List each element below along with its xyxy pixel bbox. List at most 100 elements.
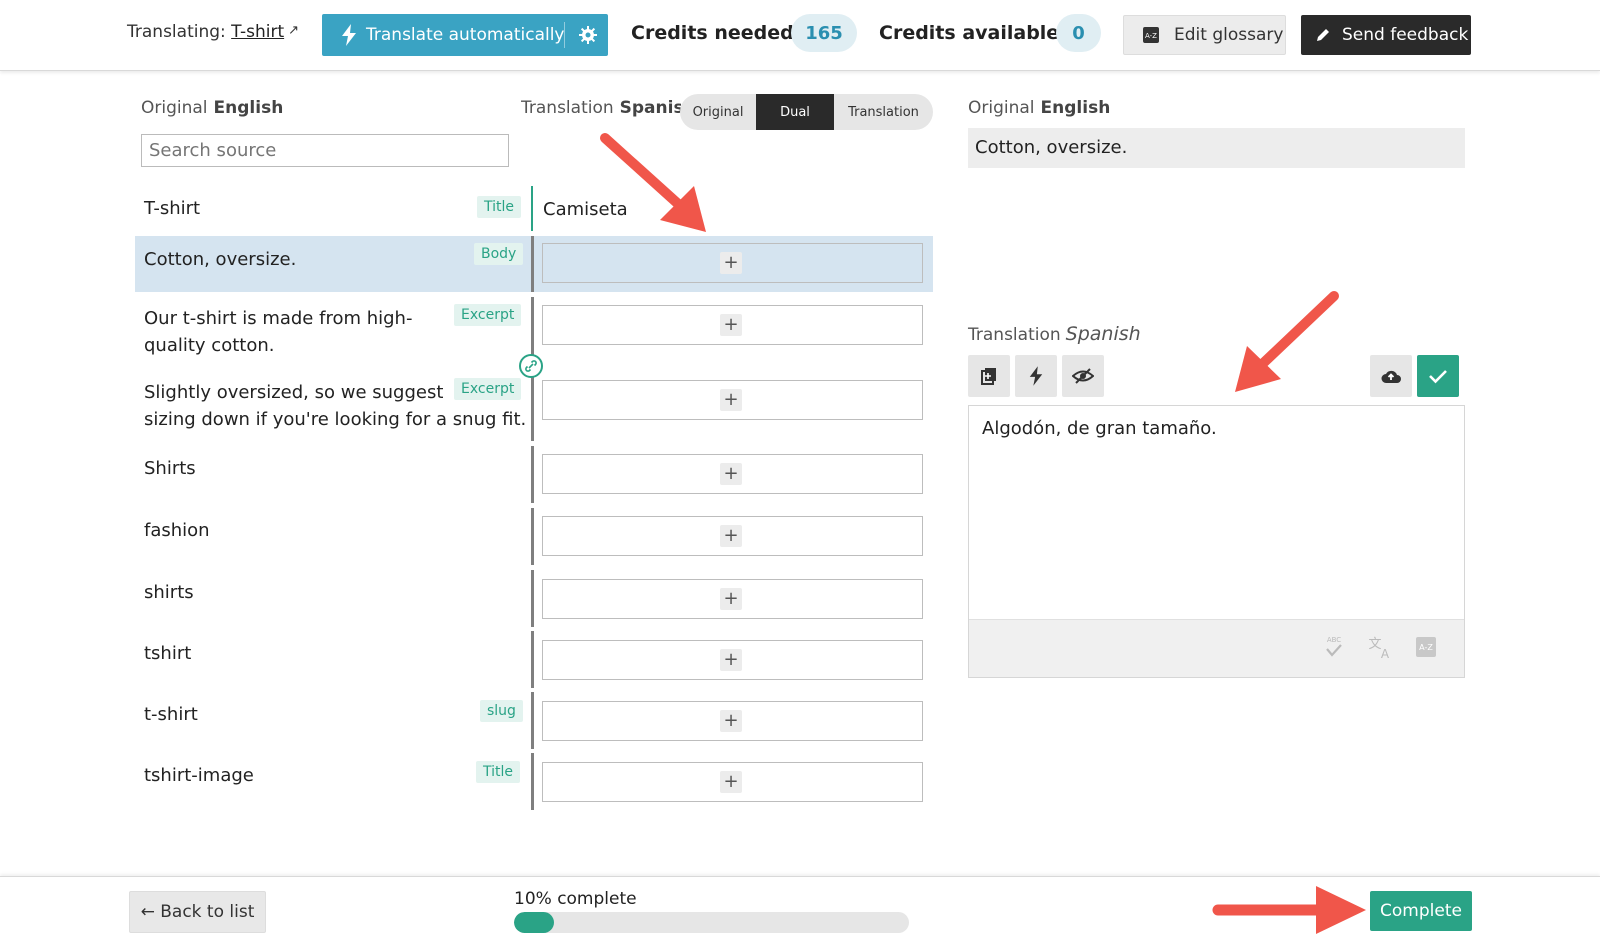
- link-icon[interactable]: [519, 354, 543, 378]
- view-mode-translation[interactable]: Translation: [834, 94, 933, 130]
- row-divider: [531, 446, 534, 503]
- add-translation-button[interactable]: +: [720, 314, 742, 336]
- translation-input-box[interactable]: +: [542, 516, 923, 556]
- source-line: quality cotton.: [144, 335, 275, 356]
- original-label: Original: [141, 98, 208, 118]
- gear-icon[interactable]: [579, 26, 597, 44]
- add-translation-button[interactable]: +: [720, 463, 742, 485]
- add-translation-button[interactable]: +: [720, 710, 742, 732]
- list-item[interactable]: Slightly oversized, so we suggest sizing …: [135, 371, 933, 441]
- translation-editor[interactable]: Algodón, de gran tamaño. ABC 文A A-Z: [968, 405, 1465, 678]
- view-mode-dual[interactable]: Dual: [756, 94, 834, 130]
- eye-slash-icon: [1072, 368, 1094, 384]
- source-text: tshirt: [144, 643, 192, 664]
- list-item[interactable]: shirts +: [135, 570, 933, 627]
- list-item[interactable]: tshirt-image Title +: [135, 753, 933, 810]
- detail-original-label: Original: [968, 98, 1035, 118]
- list-item[interactable]: T-shirt Title Camiseta: [135, 186, 933, 231]
- pencil-icon: [1317, 29, 1329, 41]
- translation-input-box[interactable]: +: [542, 305, 923, 345]
- translation-input-box[interactable]: +: [542, 762, 923, 802]
- external-link-icon[interactable]: ↗: [288, 23, 299, 38]
- list-item[interactable]: t-shirt slug +: [135, 692, 933, 749]
- translation-input-box[interactable]: +: [542, 640, 923, 680]
- list-item[interactable]: fashion +: [135, 508, 933, 565]
- svg-text:A-Z: A-Z: [1145, 32, 1157, 40]
- translation-editor-text[interactable]: Algodón, de gran tamaño.: [982, 418, 1217, 439]
- credits-available-label: Credits available: [879, 22, 1060, 44]
- progress-fill: [514, 912, 554, 933]
- lightning-icon: [342, 24, 356, 46]
- send-feedback-button[interactable]: Send feedback: [1301, 15, 1471, 55]
- copy-original-button[interactable]: [968, 355, 1010, 397]
- svg-text:文: 文: [1368, 637, 1381, 652]
- add-translation-button[interactable]: +: [720, 649, 742, 671]
- progress-bar: [514, 912, 909, 933]
- translation-input-box[interactable]: +: [542, 579, 923, 619]
- translation-label: Translation: [521, 98, 614, 118]
- source-text: shirts: [144, 582, 194, 603]
- translate-automatically-button[interactable]: Translate automatically: [322, 14, 608, 56]
- detail-translation-heading: Translation Spanish: [968, 323, 1141, 345]
- credits-needed-label: Credits needed: [631, 22, 794, 44]
- search-source-input[interactable]: [141, 134, 509, 167]
- list-item[interactable]: Shirts +: [135, 446, 933, 503]
- cloud-upload-icon: [1381, 370, 1401, 383]
- field-tag: Title: [476, 761, 521, 783]
- add-translation-button[interactable]: +: [720, 588, 742, 610]
- glossary-az-icon[interactable]: A-Z: [1413, 634, 1439, 660]
- translation-text[interactable]: Camiseta: [543, 199, 628, 220]
- check-icon: [1429, 370, 1447, 384]
- source-line: Our t-shirt is made from high-: [144, 308, 413, 329]
- original-column-heading: Original English: [141, 98, 283, 118]
- translation-language: Spanish: [619, 98, 681, 118]
- save-draft-button[interactable]: [1370, 355, 1412, 397]
- progress-label: 10% complete: [514, 889, 637, 909]
- complete-button[interactable]: Complete: [1370, 891, 1472, 931]
- list-item[interactable]: Cotton, oversize. Body +: [135, 236, 933, 292]
- detail-original-language: English: [1040, 98, 1111, 118]
- translation-input-box[interactable]: +: [542, 380, 923, 420]
- row-divider: [531, 631, 534, 688]
- row-divider: [531, 371, 534, 441]
- row-divider: [531, 508, 534, 565]
- button-divider: [564, 22, 565, 48]
- translate-automatically-label: Translate automatically: [366, 25, 565, 45]
- field-tag: Body: [474, 243, 524, 265]
- add-translation-button[interactable]: +: [720, 525, 742, 547]
- edit-glossary-label: Edit glossary: [1174, 25, 1284, 45]
- translating-item-link[interactable]: T-shirt: [231, 22, 284, 42]
- row-divider: [531, 236, 534, 292]
- translation-input-box[interactable]: +: [542, 243, 923, 283]
- view-mode-original[interactable]: Original: [680, 94, 756, 130]
- add-translation-button[interactable]: +: [720, 771, 742, 793]
- source-text: T-shirt: [144, 198, 201, 219]
- auto-translate-button[interactable]: [1015, 355, 1057, 397]
- top-toolbar: Translating: T-shirt ↗ Translate automati…: [0, 0, 1600, 71]
- field-tag: slug: [480, 700, 523, 722]
- source-text: Cotton, oversize.: [144, 249, 297, 270]
- hide-preview-button[interactable]: [1062, 355, 1104, 397]
- translation-column-heading: TranslationSpanish: [521, 98, 681, 118]
- edit-glossary-button[interactable]: A-Z Edit glossary: [1123, 15, 1286, 55]
- row-divider: [531, 570, 534, 627]
- translate-icon[interactable]: 文A: [1367, 634, 1393, 660]
- copy-icon: [981, 368, 996, 385]
- source-text: Our t-shirt is made from high-quality co…: [144, 305, 412, 359]
- lightning-icon: [1029, 366, 1043, 386]
- svg-text:ABC: ABC: [1327, 636, 1341, 644]
- field-tag: Excerpt: [454, 304, 522, 326]
- back-to-list-button[interactable]: ← Back to list: [129, 891, 266, 933]
- add-translation-button[interactable]: +: [720, 389, 742, 411]
- source-line: sizing down if you're looking for a snug…: [144, 409, 527, 430]
- add-translation-button[interactable]: +: [720, 252, 742, 274]
- list-item[interactable]: tshirt +: [135, 631, 933, 688]
- editor-footer: ABC 文A A-Z: [969, 619, 1464, 677]
- field-tag: Title: [477, 196, 522, 218]
- detail-translation-label: Translation: [968, 325, 1061, 345]
- confirm-translation-button[interactable]: [1417, 355, 1459, 397]
- spellcheck-icon[interactable]: ABC: [1321, 634, 1347, 660]
- translation-input-box[interactable]: +: [542, 454, 923, 494]
- view-mode-toggle: Original Dual Translation: [680, 94, 933, 130]
- translation-input-box[interactable]: +: [542, 701, 923, 741]
